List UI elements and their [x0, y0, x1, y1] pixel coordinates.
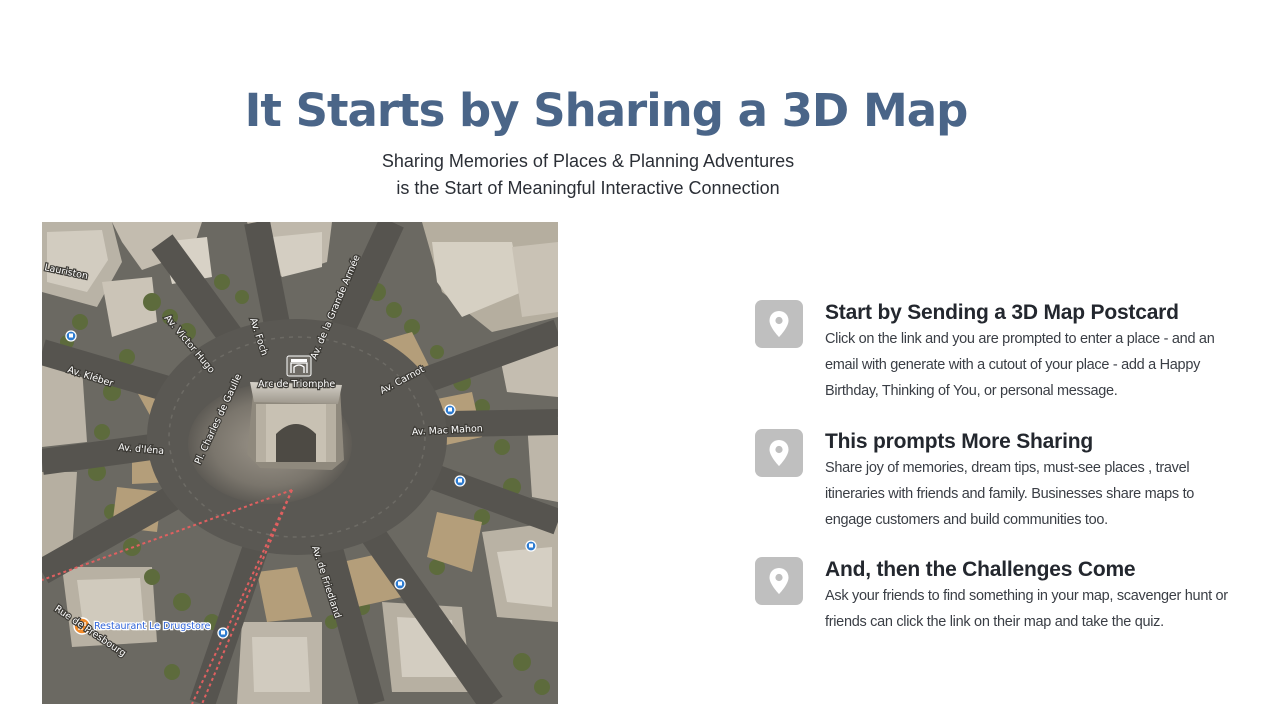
feature-title: And, then the Challenges Come [825, 558, 1136, 581]
subtitle-line-2: is the Start of Meaningful Interactive C… [396, 178, 780, 198]
feature-body: Share joy of memories, dream tips, must-… [825, 460, 1195, 528]
feature-body: Ask your friends to find something in yo… [825, 588, 1228, 630]
business-label[interactable]: Restaurant Le Drugstore [93, 620, 212, 633]
map-pin-icon [769, 311, 789, 337]
arc-de-triomphe[interactable] [247, 382, 344, 470]
feature-title: This prompts More Sharing [825, 430, 1094, 453]
page-title: It Starts by Sharing a 3D Map [244, 84, 969, 137]
pin-tile [755, 300, 803, 348]
pin-tile [755, 557, 803, 605]
page-subtitle: Sharing Memories of Places & Planning Ad… [0, 148, 1176, 202]
aerial-3d-map[interactable]: Lauriston Av. Victor Hugo Av. Foch Av. d… [42, 222, 558, 704]
pin-tile [755, 429, 803, 477]
map-pin-icon [769, 440, 789, 466]
map-pin-icon [769, 568, 789, 594]
map-canvas: Lauriston Av. Victor Hugo Av. Foch Av. d… [42, 222, 558, 704]
landmark-label: Arc de Triomphe [258, 379, 335, 390]
feature-title: Start by Sending a 3D Map Postcard [825, 301, 1179, 324]
subtitle-line-1: Sharing Memories of Places & Planning Ad… [381, 151, 795, 171]
landmark-icon [286, 355, 312, 377]
feature-body: Click on the link and you are prompted t… [825, 331, 1215, 399]
